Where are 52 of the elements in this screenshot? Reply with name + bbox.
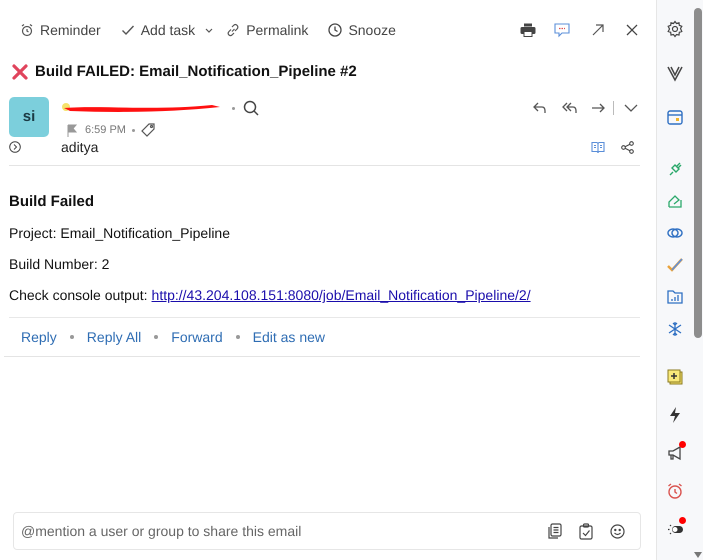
reply-action-link[interactable]: Reply All	[86, 326, 142, 348]
v-logo-icon[interactable]	[666, 64, 684, 82]
body-text: Build Number: 2	[9, 255, 110, 274]
search-icon[interactable]	[243, 100, 259, 116]
reply-action-link[interactable]: Reply	[21, 326, 57, 348]
scroll-down-icon[interactable]	[694, 552, 702, 558]
sticky-note-icon[interactable]	[666, 368, 684, 386]
forward-icon[interactable]	[591, 101, 605, 115]
toolbar-button[interactable]: Reminder	[20, 16, 101, 44]
toolbar-button[interactable]: Permalink	[226, 16, 308, 44]
reply-action-link[interactable]: Edit as new	[252, 326, 325, 348]
sent-time: 6:59 PM	[85, 122, 126, 138]
recipient-name: aditya	[61, 138, 98, 157]
comment-field[interactable]: @mention a user or group to share this email	[21, 520, 548, 542]
clipboard-check-icon[interactable]	[579, 522, 593, 540]
console-link[interactable]: http://43.204.108.151:8080/job/Email_Notification_Pipeline/2/	[152, 285, 531, 305]
comment-box[interactable]: @mention a user or group to share this email	[13, 512, 641, 550]
link-icon	[226, 23, 240, 37]
chart-folder-icon[interactable]	[666, 288, 684, 306]
book-icon[interactable]	[591, 141, 605, 153]
close-icon[interactable]	[626, 24, 638, 36]
email-subject: Build FAILED: Email_Notification_Pipeline #2	[35, 62, 357, 82]
clock-icon	[328, 23, 342, 37]
chevron-down-icon[interactable]	[205, 28, 214, 32]
reply-action-link[interactable]: Forward	[171, 326, 223, 348]
comment-icon[interactable]	[554, 22, 570, 38]
document-icon[interactable]	[548, 523, 562, 539]
emoji-icon[interactable]	[610, 524, 625, 538]
chevron-down-icon[interactable]	[624, 104, 638, 112]
printer-icon[interactable]	[520, 23, 536, 37]
calendar-icon[interactable]	[666, 108, 684, 126]
toolbar-button[interactable]: Add task	[120, 16, 196, 44]
share-icon[interactable]	[621, 140, 634, 154]
avatar: si	[9, 97, 49, 137]
alarm-clock-icon[interactable]	[666, 482, 684, 500]
cross-icon	[11, 63, 29, 81]
checkmark-icon	[120, 23, 135, 37]
body-text: Project: Email_Notification_Pipeline	[9, 224, 231, 243]
scrollbar[interactable]	[694, 8, 702, 338]
reply-all-icon[interactable]	[562, 101, 578, 115]
colorful-check-icon[interactable]	[666, 256, 684, 274]
toolbar-button[interactable]: Snooze	[328, 16, 396, 44]
expand-arrow-icon[interactable]	[592, 24, 604, 36]
tag-icon[interactable]	[140, 123, 155, 137]
flag-icon[interactable]	[67, 124, 77, 136]
body-text: Check console output:	[9, 286, 148, 305]
alarm-clock-icon	[20, 23, 34, 37]
gear-icon[interactable]	[666, 20, 684, 38]
body-heading: Build Failed	[9, 192, 96, 212]
snowflake-icon[interactable]	[666, 320, 684, 338]
reply-icon[interactable]	[533, 101, 547, 115]
expand-circle-icon[interactable]	[9, 141, 21, 153]
